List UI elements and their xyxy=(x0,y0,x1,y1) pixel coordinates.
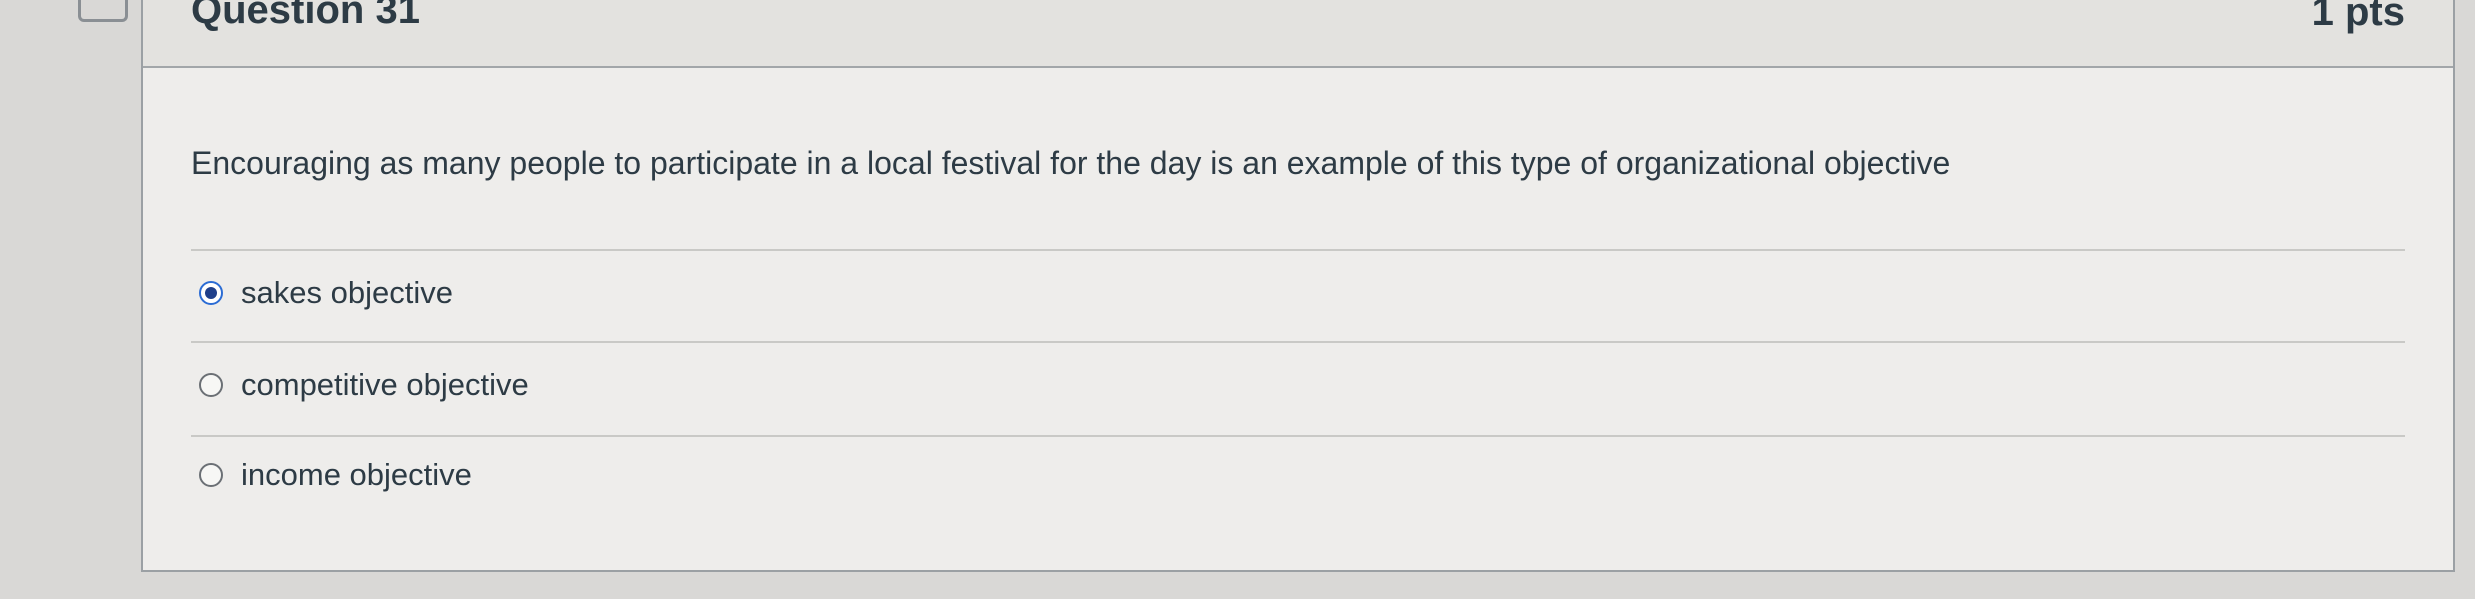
answer-label: sakes objective xyxy=(241,275,453,310)
question-title: Question 31 xyxy=(191,0,420,32)
radio-unselected-icon[interactable] xyxy=(199,463,223,487)
answer-option-sakes-objective[interactable]: sakes objective xyxy=(191,268,2405,318)
question-points: 1 pts xyxy=(2311,0,2405,34)
question-card: Question 31 1 pts Encouraging as many pe… xyxy=(141,0,2455,572)
question-text: Encouraging as many people to participat… xyxy=(191,145,1951,181)
divider xyxy=(191,435,2405,437)
answer-label: competitive objective xyxy=(241,367,529,402)
radio-selected-icon[interactable] xyxy=(199,281,223,305)
divider xyxy=(191,341,2405,343)
answer-label: income objective xyxy=(241,457,472,492)
answer-option-competitive-objective[interactable]: competitive objective xyxy=(191,360,2405,410)
divider xyxy=(191,249,2405,251)
answer-option-income-objective[interactable]: income objective xyxy=(191,450,2405,500)
question-header: Question 31 1 pts xyxy=(143,0,2453,68)
radio-unselected-icon[interactable] xyxy=(199,373,223,397)
flag-question-icon[interactable] xyxy=(78,0,128,22)
